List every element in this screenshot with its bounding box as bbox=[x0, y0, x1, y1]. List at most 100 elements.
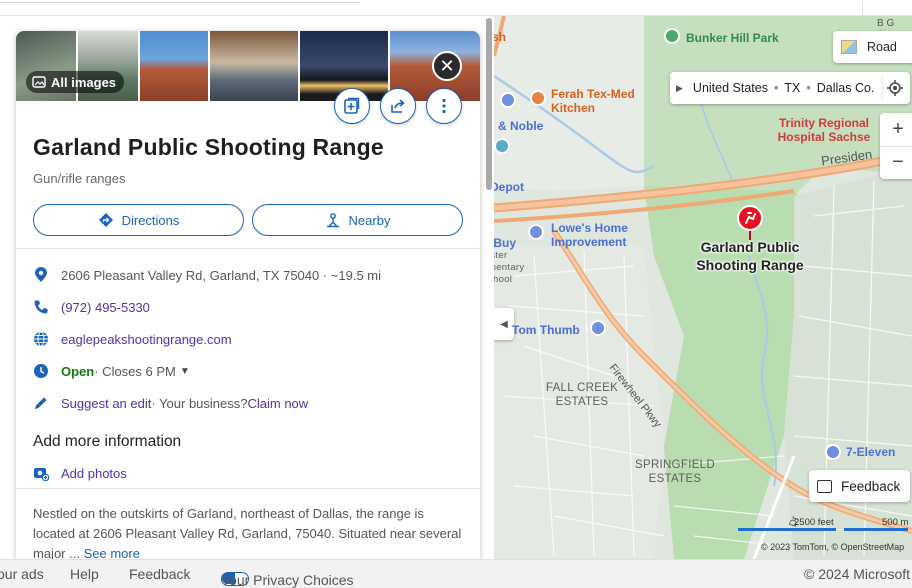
poi-school: ister mentary chool bbox=[494, 250, 525, 285]
zoom-in-button[interactable]: + bbox=[880, 113, 912, 146]
poi-barnes-noble[interactable]: s & Noble bbox=[494, 119, 543, 133]
add-photos-link[interactable]: Add photos bbox=[61, 466, 127, 481]
map-feedback-label: Feedback bbox=[841, 478, 901, 494]
map-feedback-button[interactable]: Feedback bbox=[809, 470, 910, 502]
map-attribution: © 2023 TomTom, © OpenStreetMap bbox=[761, 542, 905, 552]
map-style-button[interactable]: Road bbox=[833, 31, 912, 63]
save-collection-icon bbox=[344, 97, 360, 114]
add-photo-icon bbox=[33, 465, 49, 481]
share-icon bbox=[391, 99, 405, 113]
share-button[interactable] bbox=[380, 88, 416, 124]
photo-thumbnail[interactable] bbox=[210, 31, 298, 101]
breadcrumb-state[interactable]: TX bbox=[784, 81, 800, 95]
pencil-icon bbox=[33, 395, 49, 411]
address-text: 2606 Pleasant Valley Rd, Garland, TX 750… bbox=[61, 267, 382, 283]
scale-feet-label: 2500 feet bbox=[794, 517, 834, 528]
location-breadcrumb[interactable]: ▶ United States • TX • Dallas Co. bbox=[670, 72, 910, 104]
section-divider bbox=[16, 488, 480, 489]
hours-row[interactable]: Open · Closes 6 PM ▼ bbox=[33, 361, 190, 381]
shopping-pin-icon[interactable] bbox=[825, 444, 841, 460]
road-map-thumbnail-icon bbox=[841, 40, 857, 54]
top-right-corner bbox=[862, 0, 912, 16]
shopping-pin-icon[interactable] bbox=[494, 138, 510, 154]
add-more-info-heading: Add more information bbox=[33, 433, 182, 450]
scale-bar-meters bbox=[844, 528, 908, 531]
footer-copyright: © 2024 Microsoft bbox=[804, 566, 911, 582]
place-description: Nestled on the outskirts of Garland, nor… bbox=[33, 504, 463, 559]
zoom-controls: + − bbox=[880, 113, 912, 179]
closing-time: · Closes 6 PM bbox=[94, 363, 176, 379]
address-row: 2606 Pleasant Valley Rd, Garland, TX 750… bbox=[33, 265, 381, 285]
chevron-left-icon: ◀ bbox=[500, 318, 508, 330]
breadcrumb-county[interactable]: Dallas Co. bbox=[817, 81, 875, 95]
footer-feedback-link[interactable]: Feedback bbox=[129, 566, 190, 582]
restaurant-pin-icon[interactable] bbox=[530, 90, 546, 106]
all-images-button[interactable]: All images bbox=[26, 71, 125, 93]
suggest-edit-row: Suggest an edit · Your business? Claim n… bbox=[33, 393, 308, 413]
map-canvas[interactable]: Road B G ▶ United States • TX • Dallas C… bbox=[494, 16, 912, 559]
directions-button[interactable]: Directions bbox=[33, 204, 244, 236]
save-button[interactable] bbox=[334, 88, 370, 124]
more-vertical-icon bbox=[442, 98, 446, 114]
phone-link[interactable]: (972) 495-5330 bbox=[61, 300, 150, 315]
area-springfield-estates: SPRINGFIELD ESTATES bbox=[635, 459, 715, 485]
poi-ferah[interactable]: Ferah Tex-Med Kitchen bbox=[551, 87, 651, 115]
location-pin-icon bbox=[33, 267, 49, 283]
nearby-label: Nearby bbox=[348, 212, 391, 228]
website-link[interactable]: eaglepeakshootingrange.com bbox=[61, 332, 232, 347]
close-icon: ✕ bbox=[439, 55, 455, 76]
more-options-button[interactable] bbox=[426, 88, 462, 124]
poi-tom-thumb[interactable]: Tom Thumb bbox=[512, 323, 580, 337]
breadcrumb-expand-icon[interactable]: ▶ bbox=[676, 83, 683, 94]
suggest-edit-link[interactable]: Suggest an edit bbox=[61, 396, 151, 411]
shopping-pin-icon[interactable] bbox=[528, 224, 544, 240]
directions-label: Directions bbox=[121, 212, 180, 228]
selected-location-label[interactable]: Garland Public Shooting Range bbox=[684, 238, 816, 274]
directions-icon bbox=[98, 213, 113, 227]
all-images-label: All images bbox=[51, 74, 117, 90]
poi-7-eleven[interactable]: 7-Eleven bbox=[846, 445, 895, 459]
open-status: Open bbox=[61, 363, 95, 379]
selected-location-pin[interactable] bbox=[736, 205, 764, 241]
footer-privacy-label: Your Privacy Choices bbox=[221, 572, 354, 588]
poi-trinity-hospital[interactable]: Trinity Regional Hospital Sachse bbox=[764, 116, 884, 144]
phone-icon bbox=[33, 299, 49, 315]
place-category: Gun/rifle ranges bbox=[33, 171, 126, 186]
shopping-pin-icon[interactable] bbox=[500, 92, 516, 108]
add-photos-row[interactable]: Add photos bbox=[33, 463, 127, 483]
area-fall-creek-estates: FALL CREEK ESTATES bbox=[545, 382, 619, 408]
park-pin-icon[interactable] bbox=[664, 28, 680, 44]
poi-bunker-hill-park[interactable]: Bunker Hill Park bbox=[686, 31, 779, 45]
breadcrumb-country[interactable]: United States bbox=[693, 81, 768, 95]
claim-now-link[interactable]: Claim now bbox=[247, 396, 308, 411]
map-corner-letters: B G bbox=[877, 18, 895, 29]
images-icon bbox=[32, 76, 46, 88]
poi-lowes[interactable]: Lowe's Home Improvement bbox=[551, 221, 651, 249]
footer-ads-link[interactable]: our ads bbox=[0, 566, 44, 582]
shopping-pin-icon[interactable] bbox=[590, 320, 606, 336]
clock-icon bbox=[33, 363, 49, 379]
footer-help-link[interactable]: Help bbox=[70, 566, 99, 582]
phone-row[interactable]: (972) 495-5330 bbox=[33, 297, 150, 317]
breadcrumb-separator: • bbox=[773, 81, 779, 95]
collapse-panel-button[interactable]: ◀ bbox=[494, 308, 514, 340]
close-panel-button[interactable]: ✕ bbox=[432, 51, 462, 81]
scale-bar-feet bbox=[738, 528, 836, 531]
nearby-button[interactable]: Nearby bbox=[252, 204, 463, 236]
poi-home-depot[interactable]: Depot bbox=[494, 180, 524, 194]
zoom-out-button[interactable]: − bbox=[880, 145, 912, 180]
top-bar bbox=[0, 0, 912, 16]
see-more-link[interactable]: See more bbox=[84, 546, 140, 559]
locate-me-icon[interactable] bbox=[882, 76, 906, 100]
place-details-panel: All images ✕ Garland Public Shooting Ran… bbox=[16, 31, 480, 559]
place-title: Garland Public Shooting Range bbox=[33, 134, 384, 160]
search-bar-edge bbox=[0, 0, 360, 3]
poi-ash: sh bbox=[494, 30, 507, 44]
panel-scrollbar[interactable] bbox=[486, 18, 492, 190]
chevron-down-icon[interactable]: ▼ bbox=[180, 366, 190, 377]
photo-thumbnail[interactable] bbox=[140, 31, 208, 101]
globe-icon bbox=[33, 331, 49, 347]
poi-best-buy[interactable]: t Buy bbox=[494, 236, 516, 250]
map-style-label: Road bbox=[867, 40, 897, 54]
website-row[interactable]: eaglepeakshootingrange.com bbox=[33, 329, 232, 349]
